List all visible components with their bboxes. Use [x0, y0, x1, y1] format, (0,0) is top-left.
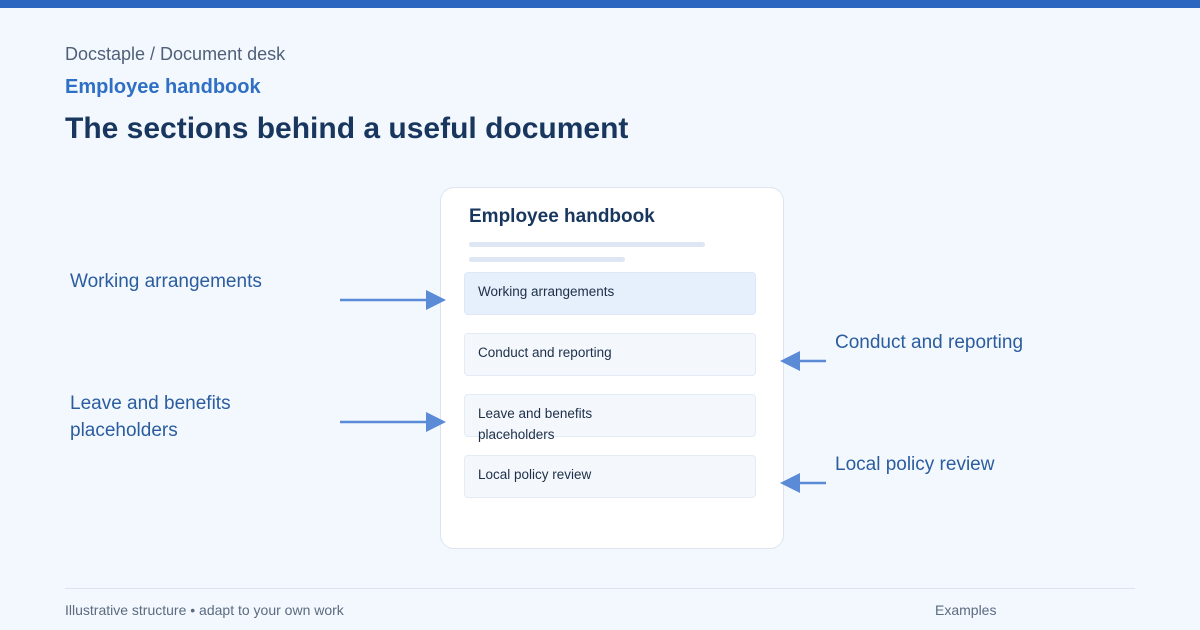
connector-arrows — [340, 290, 826, 493]
arrow-left-icon — [780, 473, 826, 493]
arrow-right-icon — [340, 290, 446, 310]
arrow-right-icon — [340, 412, 446, 432]
footer-divider — [65, 588, 1135, 589]
examples-link[interactable]: Examples — [935, 602, 996, 618]
arrow-left-icon — [780, 351, 826, 371]
footer-note: Illustrative structure • adapt to your o… — [65, 602, 344, 618]
